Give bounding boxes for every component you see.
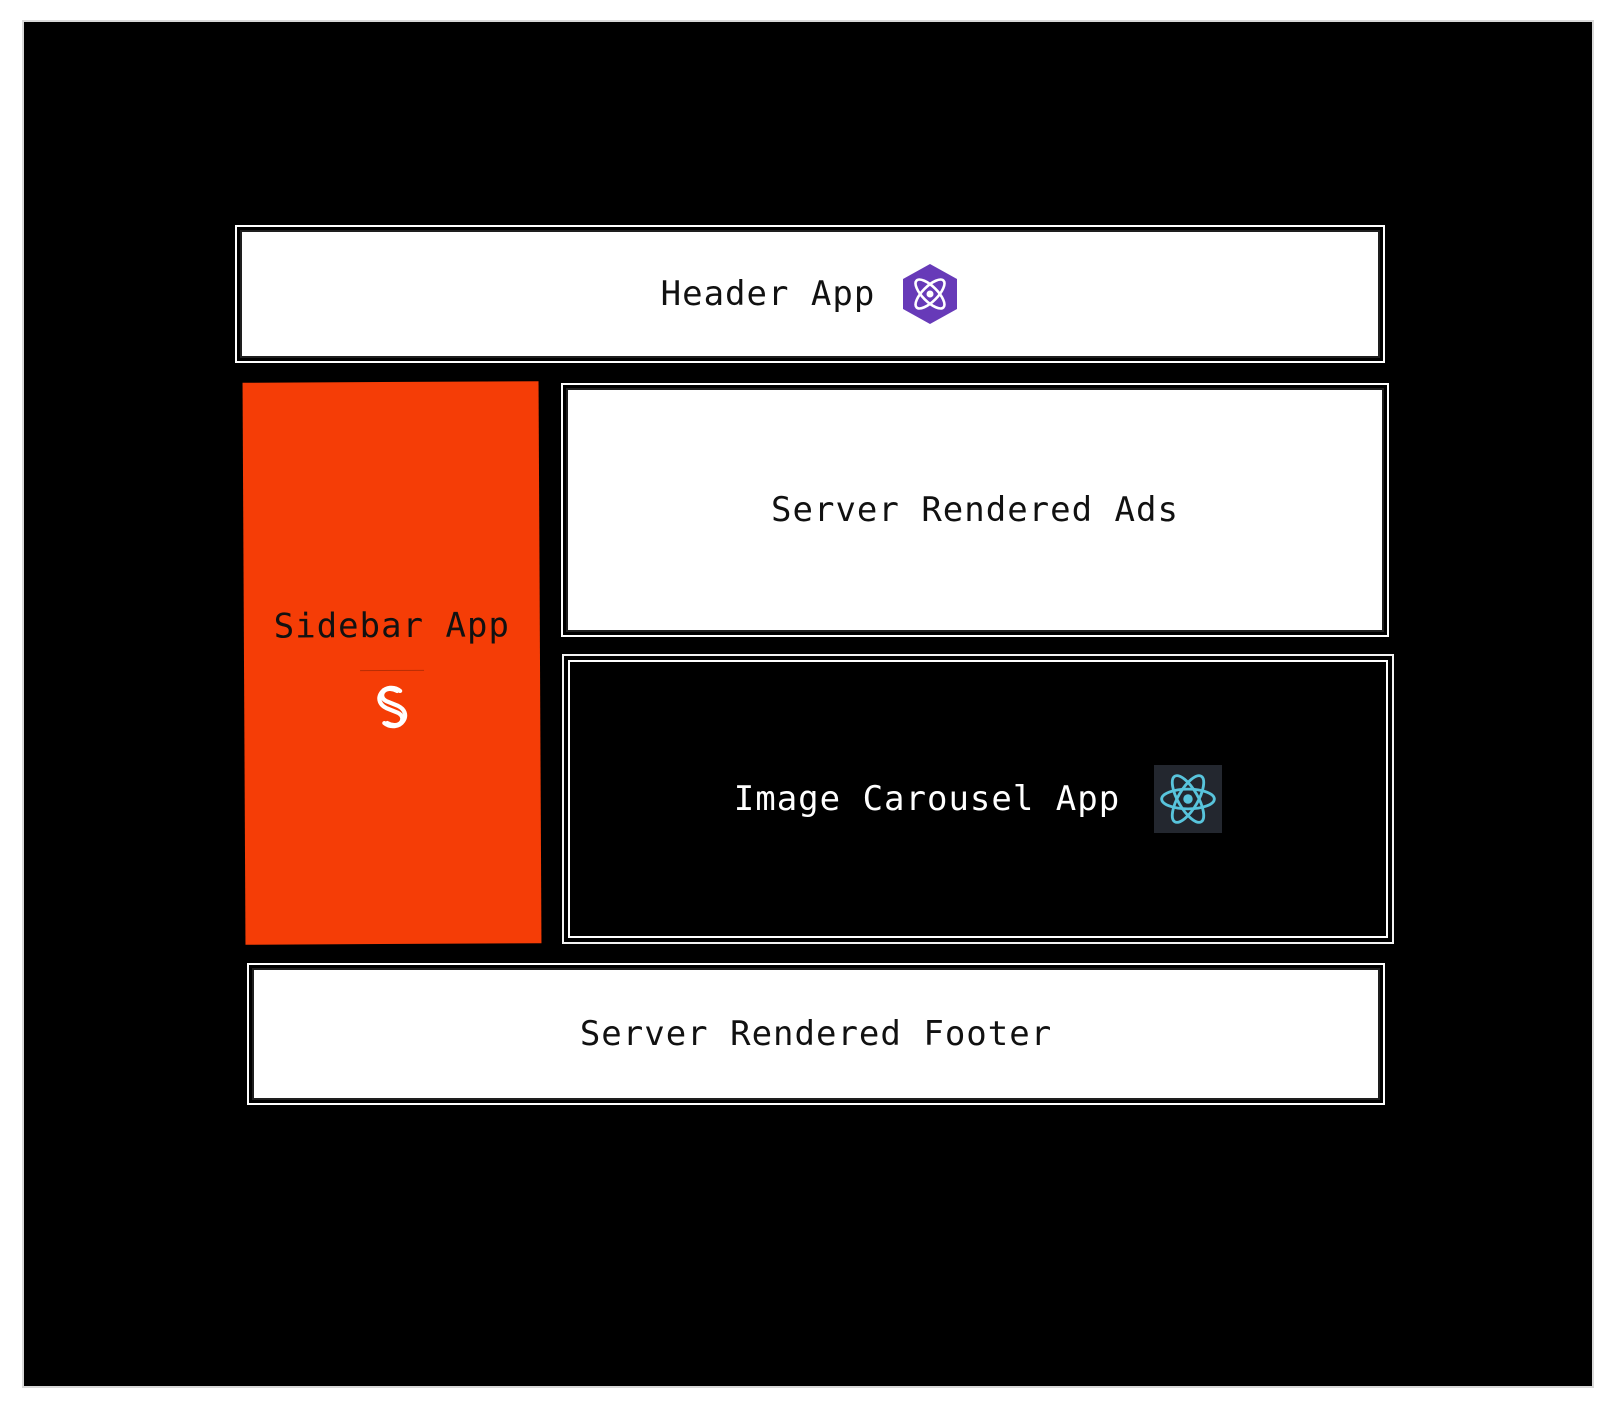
- image-carousel-app-box[interactable]: Image Carousel App: [562, 654, 1394, 944]
- preact-icon: [901, 262, 959, 326]
- server-rendered-footer-box[interactable]: Server Rendered Footer: [247, 963, 1385, 1105]
- image-carousel-content: Image Carousel App: [733, 765, 1223, 833]
- react-icon: [1154, 765, 1223, 833]
- header-app-box[interactable]: Header App: [235, 225, 1385, 363]
- header-app-label: Header App: [660, 274, 876, 314]
- server-rendered-ads-box[interactable]: Server Rendered Ads: [561, 383, 1389, 637]
- sidebar-divider: [360, 669, 425, 671]
- svelte-icon: [372, 682, 412, 730]
- sidebar-app-label: Sidebar App: [273, 604, 510, 647]
- diagram-canvas: Header App Sidebar App Server Rendered A…: [0, 0, 1608, 1402]
- image-carousel-app-label: Image Carousel App: [733, 779, 1121, 819]
- server-rendered-footer-label: Server Rendered Footer: [579, 1014, 1053, 1054]
- header-app-content: Header App: [661, 262, 960, 326]
- sidebar-app-box[interactable]: Sidebar App: [242, 381, 542, 945]
- server-rendered-ads-label: Server Rendered Ads: [771, 490, 1179, 530]
